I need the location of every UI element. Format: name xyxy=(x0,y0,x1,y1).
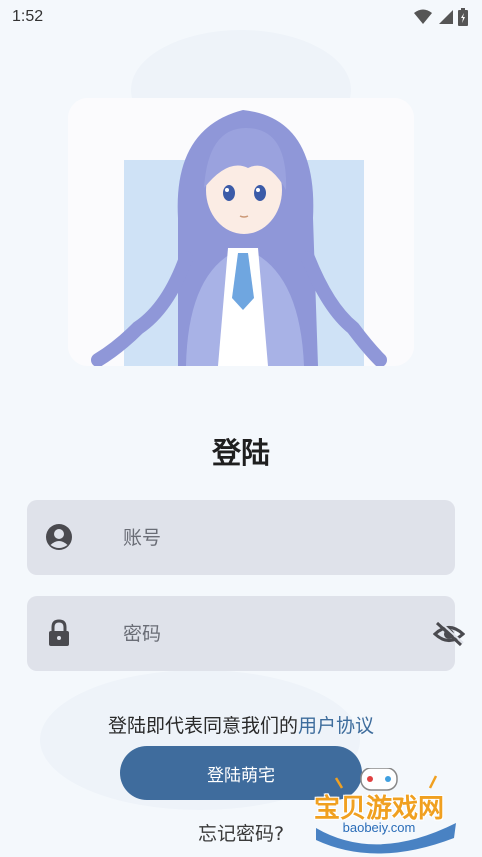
watermark-en: baobeiy.com xyxy=(342,820,416,835)
user-agreement-link[interactable]: 用户协议 xyxy=(298,715,374,737)
signal-icon xyxy=(439,10,453,24)
hero-illustration xyxy=(68,98,414,366)
account-icon xyxy=(46,524,72,550)
password-field[interactable] xyxy=(27,596,465,671)
agreement-prefix: 登陆即代表同意我们的 xyxy=(107,715,298,737)
visibility-off-icon[interactable] xyxy=(433,618,465,650)
account-input[interactable] xyxy=(123,500,413,575)
agreement-text: 登陆即代表同意我们的用户协议 xyxy=(0,711,482,738)
anime-girl-illustration xyxy=(68,98,414,366)
page-title: 登陆 xyxy=(211,436,270,470)
account-field[interactable] xyxy=(27,500,455,575)
battery-icon xyxy=(458,8,468,26)
status-icons xyxy=(414,8,468,26)
lock-icon xyxy=(49,619,69,646)
status-time: 1:52 xyxy=(12,8,44,25)
password-input[interactable] xyxy=(123,596,413,671)
wifi-icon xyxy=(414,9,432,24)
watermark-logo: 宝贝游戏网 baobeiy.com xyxy=(306,768,482,857)
status-bar: 1:52 xyxy=(0,0,482,34)
